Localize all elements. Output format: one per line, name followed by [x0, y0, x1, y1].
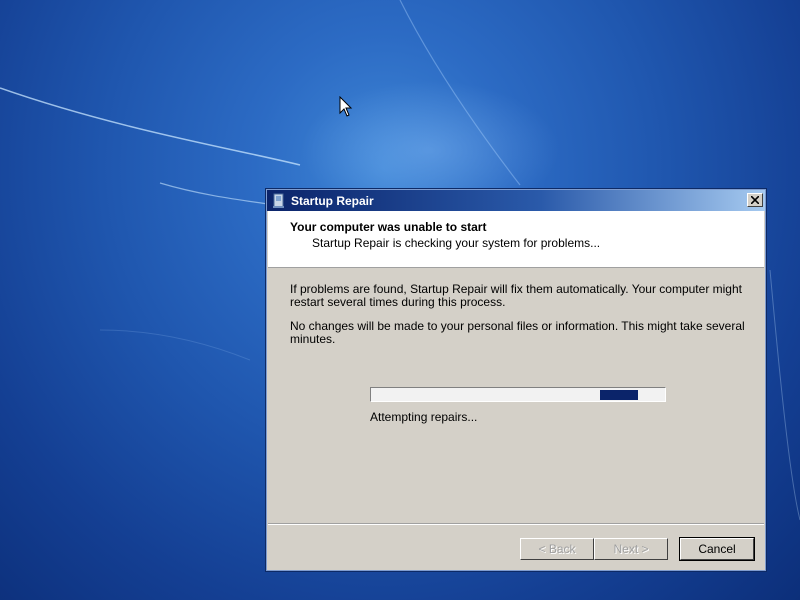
- startup-repair-icon: [273, 193, 284, 208]
- progress-status-text: Attempting repairs...: [370, 410, 478, 424]
- back-button[interactable]: < Back: [520, 538, 594, 560]
- header-panel: Your computer was unable to start Startu…: [268, 211, 764, 268]
- next-button[interactable]: Next >: [594, 538, 668, 560]
- progress-marquee-block: [600, 390, 638, 400]
- window-title: Startup Repair: [291, 193, 374, 208]
- cancel-button[interactable]: Cancel: [679, 537, 755, 561]
- header-title: Your computer was unable to start: [290, 220, 487, 234]
- progress-bar: [370, 387, 666, 402]
- info-paragraph-1: If problems are found, Startup Repair wi…: [290, 282, 742, 309]
- button-separator: [268, 523, 764, 525]
- close-icon: [751, 196, 759, 204]
- startup-repair-dialog: Startup Repair Your computer was unable …: [265, 188, 767, 572]
- mouse-pointer-icon: [339, 96, 353, 117]
- header-subtitle: Startup Repair is checking your system f…: [312, 236, 601, 250]
- info-paragraph-2: No changes will be made to your personal…: [290, 319, 745, 346]
- close-button[interactable]: [747, 193, 763, 207]
- title-bar[interactable]: Startup Repair: [267, 190, 765, 211]
